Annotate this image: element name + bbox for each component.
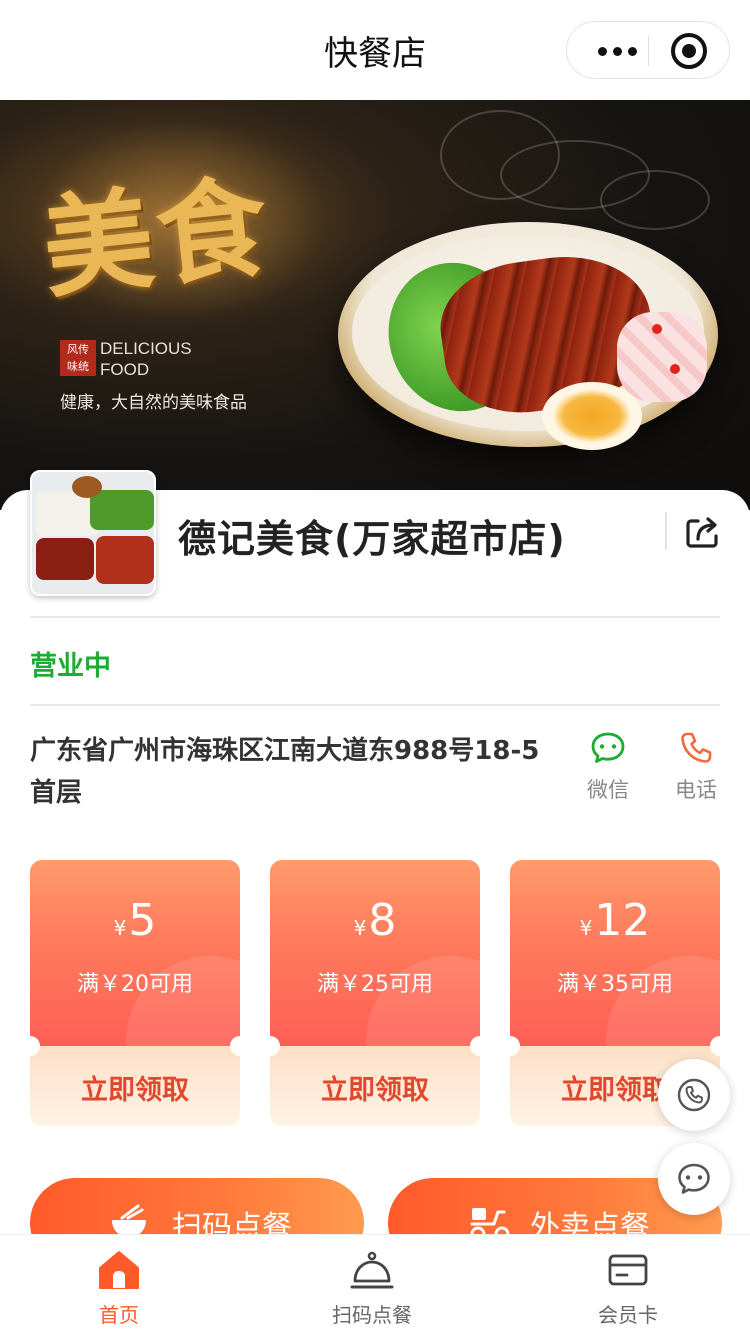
divider xyxy=(30,616,720,618)
coupon-currency: ¥ xyxy=(579,916,593,940)
food-bowl-image xyxy=(338,222,718,450)
wechat-icon xyxy=(591,732,625,763)
divider xyxy=(665,512,667,550)
nav-bar: 快餐店 xyxy=(0,0,750,100)
thumb-greens xyxy=(90,490,154,530)
thumb-egg xyxy=(72,476,102,498)
coupon-amount: ¥8 xyxy=(270,896,480,953)
salted-egg-image xyxy=(542,382,642,450)
home-icon xyxy=(99,1251,139,1289)
claim-button[interactable]: 立即领取 xyxy=(270,1068,480,1107)
divider xyxy=(30,704,720,706)
coupon-currency: ¥ xyxy=(353,916,367,940)
banner-english-text: DELICIOUS FOOD xyxy=(100,338,192,380)
tab-member-card-label: 会员卡 xyxy=(598,1303,658,1327)
float-phone-button[interactable] xyxy=(658,1059,730,1131)
chat-bubble-icon xyxy=(678,1163,710,1194)
coupon-currency: ¥ xyxy=(113,916,127,940)
phone-icon xyxy=(681,732,712,763)
thumb-rice xyxy=(36,492,98,536)
bowl-inner xyxy=(352,234,707,450)
coupon-condition: 满￥25可用 xyxy=(317,972,433,997)
share-icon[interactable] xyxy=(682,512,722,552)
phone-label: 电话 xyxy=(675,778,717,802)
banner-en-line1: DELICIOUS xyxy=(100,339,192,358)
store-info-card: 德记美食(万家超市店) 营业中 广东省广州市海珠区江南大道东988号18-5首层… xyxy=(0,470,750,1334)
thumb-meat xyxy=(96,536,154,584)
coupon-card[interactable]: ¥5 满￥20可用 立即领取 xyxy=(30,860,240,1126)
phone-icon xyxy=(677,1078,711,1112)
coupon-top xyxy=(270,860,480,1046)
claim-button[interactable]: 立即领取 xyxy=(30,1068,240,1107)
capsule-divider xyxy=(648,36,649,66)
chili-image xyxy=(670,364,680,374)
banner-en-line2: FOOD xyxy=(100,360,150,379)
phone-button[interactable]: 电话 xyxy=(661,730,731,804)
status-badge: 营业中 xyxy=(30,651,111,682)
tab-scan-order-label: 扫码点餐 xyxy=(332,1303,412,1327)
steam-decoration xyxy=(600,170,710,230)
coupon-value: 12 xyxy=(594,895,651,946)
tab-member-card[interactable]: 会员卡 xyxy=(568,1247,688,1328)
store-address: 广东省广州市海珠区江南大道东988号18-5首层 xyxy=(30,736,540,808)
mini-program-capsule xyxy=(566,21,730,79)
thumb-meat xyxy=(36,538,94,580)
coupon-value: 5 xyxy=(128,895,157,946)
chili-image xyxy=(652,324,662,334)
wechat-button[interactable]: 微信 xyxy=(573,730,643,804)
tab-bar: 首页 扫码点餐 会员卡 xyxy=(0,1234,750,1334)
coupon-card[interactable]: ¥8 满￥25可用 立即领取 xyxy=(270,860,480,1126)
coupon-condition: 满￥20可用 xyxy=(77,972,193,997)
tab-scan-order[interactable]: 扫码点餐 xyxy=(312,1247,432,1328)
store-avatar xyxy=(30,470,156,596)
more-dots-icon[interactable] xyxy=(587,39,647,63)
tab-home-label: 首页 xyxy=(99,1303,139,1327)
banner-seal: 风传 味统 xyxy=(60,340,96,376)
promo-banner[interactable]: 美食 风传 味统 DELICIOUS FOOD 健康，大自然的美味食品 xyxy=(0,100,750,510)
pickled-radish-image xyxy=(617,312,707,402)
cloche-icon xyxy=(350,1251,394,1289)
float-chat-button[interactable] xyxy=(658,1143,730,1215)
coupon-amount: ¥12 xyxy=(510,896,720,953)
banner-title: 美食 xyxy=(36,161,278,314)
tab-home[interactable]: 首页 xyxy=(59,1247,179,1328)
coupon-amount: ¥5 xyxy=(30,896,240,953)
target-close-icon[interactable] xyxy=(671,33,707,69)
banner-subtitle: 健康，大自然的美味食品 xyxy=(60,393,247,413)
coupon-condition: 满￥35可用 xyxy=(557,972,673,997)
coupon-top xyxy=(30,860,240,1046)
card-icon xyxy=(608,1254,648,1286)
coupon-top xyxy=(510,860,720,1046)
coupon-value: 8 xyxy=(368,895,397,946)
wechat-label: 微信 xyxy=(587,778,629,802)
store-name: 德记美食(万家超市店) xyxy=(178,517,566,561)
